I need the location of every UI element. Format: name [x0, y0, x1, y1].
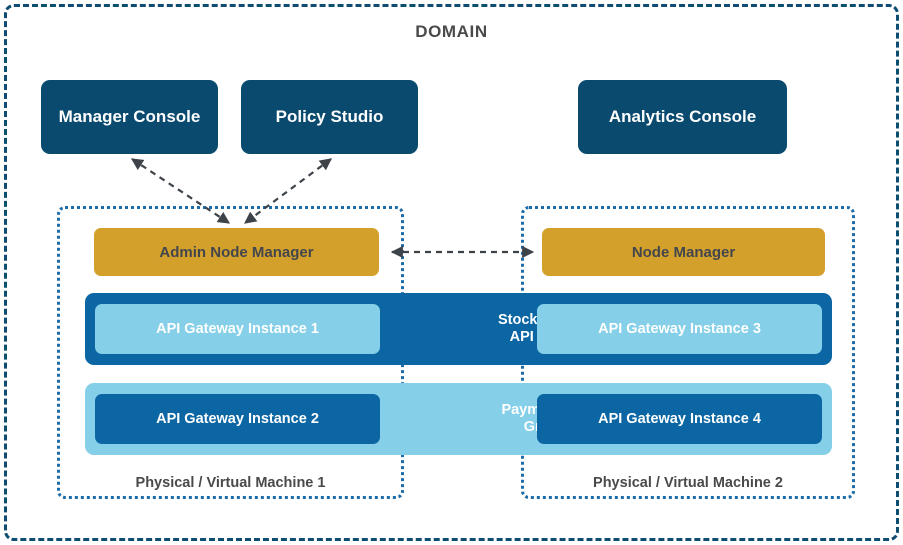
diagram-canvas: DOMAIN Manager Console Policy Studio Ana…: [0, 0, 903, 545]
policy-studio-label: Policy Studio: [275, 107, 384, 126]
api-gateway-instance-1-box[interactable]: API Gateway Instance 1: [95, 304, 380, 354]
admin-node-manager-label: Admin Node Manager: [159, 243, 314, 261]
api-gateway-instance-2-box[interactable]: API Gateway Instance 2: [95, 394, 380, 444]
domain-title: DOMAIN: [415, 22, 488, 41]
physical-virtual-machine-2-label: Physical / Virtual Machine 2: [593, 475, 783, 491]
api-gateway-instance-4-box[interactable]: API Gateway Instance 4: [537, 394, 822, 444]
admin-node-manager-box[interactable]: Admin Node Manager: [94, 228, 379, 276]
analytics-console-box[interactable]: Analytics Console: [578, 80, 787, 154]
api-gateway-instance-3-label: API Gateway Instance 3: [598, 321, 761, 337]
manager-console-label: Manager Console: [58, 107, 201, 126]
analytics-console-label: Analytics Console: [608, 107, 757, 126]
api-gateway-instance-4-label: API Gateway Instance 4: [598, 411, 761, 427]
api-gateway-instance-3-box[interactable]: API Gateway Instance 3: [537, 304, 822, 354]
api-gateway-instance-2-label: API Gateway Instance 2: [156, 411, 319, 427]
node-manager-label: Node Manager: [631, 243, 736, 261]
physical-virtual-machine-1-label: Physical / Virtual Machine 1: [135, 475, 326, 491]
api-gateway-instance-1-label: API Gateway Instance 1: [156, 321, 319, 337]
stock-control-api-group-band: API Gateway Instance 1 Stock Control API…: [85, 293, 832, 365]
node-manager-box[interactable]: Node Manager: [542, 228, 825, 276]
manager-console-box[interactable]: Manager Console: [41, 80, 218, 154]
payment-api-group-band: API Gateway Instance 2 Payment API Group…: [85, 383, 832, 455]
policy-studio-box[interactable]: Policy Studio: [241, 80, 418, 154]
